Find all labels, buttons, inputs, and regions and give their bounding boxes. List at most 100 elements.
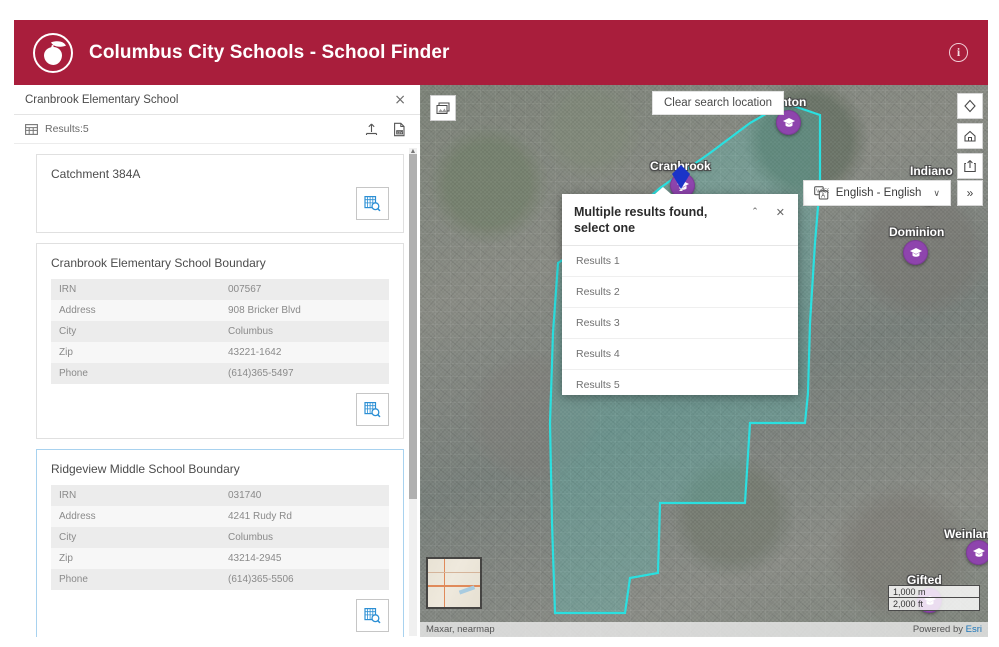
search-term-text: Cranbrook Elementary School <box>25 93 179 106</box>
popup-result-item-3[interactable]: Results 3 <box>562 308 798 340</box>
results-panel: Cranbrook Elementary School × Results:5 … <box>14 85 420 637</box>
table-row: Phone (614)365-5506 <box>51 569 389 590</box>
table-grid-icon <box>25 123 38 136</box>
attr-key: IRN <box>51 279 220 300</box>
card-title: Catchment 384A <box>51 167 141 181</box>
expand-chevrons-icon[interactable]: » <box>957 180 983 206</box>
popup-pointer <box>655 187 671 194</box>
results-actions: csv <box>364 122 407 137</box>
attribution-sources: Maxar, nearmap <box>426 624 495 635</box>
popup-result-item-2[interactable]: Results 2 <box>562 277 798 309</box>
attr-value: 007567 <box>220 279 389 300</box>
card-title: Ridgeview Middle School Boundary <box>51 462 240 476</box>
attribute-table: IRN 031740 Address 4241 Rudy Rd City Columb… <box>51 485 389 590</box>
esri-link[interactable]: Esri <box>966 624 982 635</box>
window-frame-top <box>0 0 999 20</box>
popup-results-list: Results 1 Results 2 Results 3 Results 4 … <box>562 246 798 400</box>
attr-key: Zip <box>51 342 220 363</box>
zoom-to-feature-icon[interactable] <box>356 393 389 426</box>
close-icon[interactable]: ✕ <box>773 205 788 220</box>
table-row: Zip 43221-1642 <box>51 342 389 363</box>
multiple-results-popup[interactable]: Multiple results found, select one ⌃ ✕ R… <box>562 187 798 395</box>
table-row: Zip 43214-2945 <box>51 548 389 569</box>
attr-key: IRN <box>51 485 220 506</box>
search-location-pin[interactable] <box>671 165 691 196</box>
table-row: City Columbus <box>51 527 389 548</box>
map-label-weinland: Weinlan <box>944 527 988 541</box>
zoom-to-feature-icon[interactable] <box>356 187 389 220</box>
scroll-up-arrow-icon[interactable]: ▲ <box>409 148 417 155</box>
map-tools-group <box>957 93 983 179</box>
school-marker-dominion[interactable] <box>903 240 928 265</box>
results-count-label: Results:5 <box>45 123 89 135</box>
export-icon[interactable] <box>364 122 379 137</box>
attr-value: Columbus <box>220 321 389 342</box>
home-icon[interactable] <box>957 123 983 149</box>
powered-by-esri: Powered by Esri <box>912 624 982 635</box>
attr-value: (614)365-5497 <box>220 363 389 384</box>
popup-result-item-4[interactable]: Results 4 <box>562 339 798 371</box>
chevron-up-icon[interactable]: ⌃ <box>747 205 763 219</box>
window-frame-left <box>0 0 14 647</box>
zoom-to-feature-icon[interactable] <box>356 599 389 632</box>
attr-key: City <box>51 527 220 548</box>
attribute-table: IRN 007567 Address 908 Bricker Blvd City Co… <box>51 279 389 384</box>
attr-value: 43221-1642 <box>220 342 389 363</box>
attr-key: Zip <box>51 548 220 569</box>
attr-key: Address <box>51 300 220 321</box>
close-icon[interactable]: × <box>394 93 406 107</box>
popup-title: Multiple results found, select one <box>574 205 708 235</box>
svg-text:csv: csv <box>397 130 403 134</box>
locate-icon[interactable] <box>957 93 983 119</box>
scale-bar: 1,000 m 2,000 ft <box>888 585 980 611</box>
map-label-dominion: Dominion <box>889 225 945 239</box>
attr-value: Columbus <box>220 527 389 548</box>
school-marker-weinland[interactable] <box>966 540 988 565</box>
popup-result-item-1[interactable]: Results 1 <box>562 246 798 278</box>
map-label-indianola: Indiano <box>910 164 953 178</box>
attr-key: Phone <box>51 363 220 384</box>
attr-value: (614)365-5506 <box>220 569 389 590</box>
share-icon[interactable] <box>957 153 983 179</box>
window-frame-right <box>988 0 999 647</box>
map-attribution: Maxar, nearmap Powered by Esri <box>420 622 988 637</box>
table-row: Phone (614)365-5497 <box>51 363 389 384</box>
result-card-catchment[interactable]: Catchment 384A <box>36 154 404 233</box>
attr-key: Address <box>51 506 220 527</box>
clear-search-location-button[interactable]: Clear search location <box>652 91 785 115</box>
csv-file-icon[interactable]: csv <box>392 122 407 137</box>
table-row: Address 908 Bricker Blvd <box>51 300 389 321</box>
search-term-row: Cranbrook Elementary School × <box>14 85 420 115</box>
popup-header: Multiple results found, select one ⌃ ✕ <box>562 194 798 247</box>
page-title: Columbus City Schools - School Finder <box>89 41 450 63</box>
attr-value: 908 Bricker Blvd <box>220 300 389 321</box>
svg-text:\u6587: \u6587 <box>816 189 829 195</box>
language-value: English - English <box>835 187 922 199</box>
attr-key: City <box>51 321 220 342</box>
table-row: IRN 007567 <box>51 279 389 300</box>
popup-result-item-5[interactable]: Results 5 <box>562 370 798 400</box>
table-row: Address 4241 Rudy Rd <box>51 506 389 527</box>
scale-metric: 1,000 m <box>888 585 980 598</box>
result-card-ridgeview[interactable]: Ridgeview Middle School Boundary IRN 0317… <box>36 449 404 637</box>
results-cards-scroll[interactable]: Catchment 384A Cranbrook Elementary Scho… <box>14 145 420 637</box>
basemap-gallery-button[interactable] <box>430 95 456 121</box>
scale-imperial: 2,000 ft <box>888 598 980 611</box>
application-root: Clinton Cranbrook Indiano Dominion Weinl… <box>0 0 999 647</box>
attr-key: Phone <box>51 569 220 590</box>
panel-scrollbar-thumb[interactable] <box>409 154 417 499</box>
info-icon[interactable]: i <box>949 43 968 62</box>
attr-value: 43214-2945 <box>220 548 389 569</box>
results-toolbar: Results:5 csv <box>14 115 420 144</box>
app-header: Columbus City Schools - School Finder i <box>14 20 988 85</box>
chevron-down-icon[interactable]: ∨ <box>933 188 940 199</box>
apple-logo-icon <box>33 32 73 73</box>
attr-value: 031740 <box>220 485 389 506</box>
table-row: City Columbus <box>51 321 389 342</box>
language-selector[interactable]: A\u6587 English - English ∨ <box>802 180 951 206</box>
table-row: IRN 031740 <box>51 485 389 506</box>
result-card-cranbrook[interactable]: Cranbrook Elementary School Boundary IRN… <box>36 243 404 439</box>
translate-icon: A\u6587 <box>813 186 829 200</box>
overview-map[interactable] <box>426 557 482 609</box>
panel-scrollbar[interactable] <box>409 148 417 636</box>
